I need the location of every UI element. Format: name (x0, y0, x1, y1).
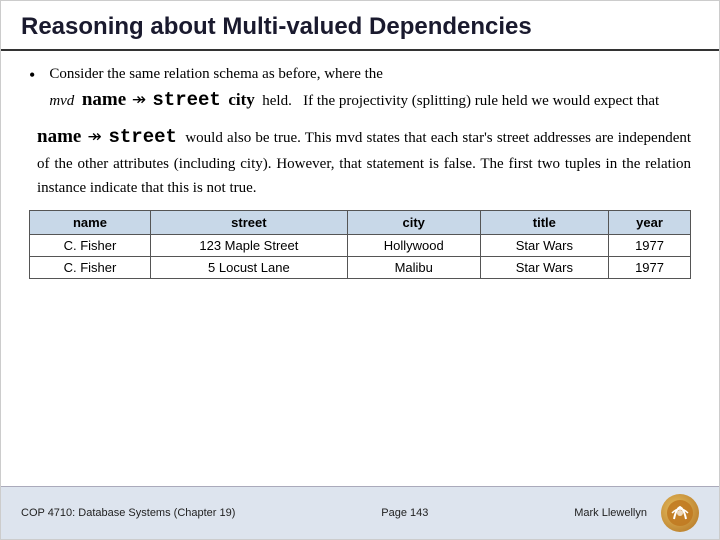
row1-city: Hollywood (347, 235, 480, 257)
bullet-text-1: Consider the same relation schema as bef… (49, 63, 659, 114)
row1-street: 123 Maple Street (150, 235, 347, 257)
table-body: C. Fisher 123 Maple Street Hollywood Sta… (30, 235, 691, 279)
row2-city: Malibu (347, 257, 480, 279)
slide-footer: COP 4710: Database Systems (Chapter 19) … (1, 486, 719, 539)
name-attr: name (82, 89, 126, 110)
footer-right-area: Mark Llewellyn (574, 494, 699, 532)
street-attr-2: street (109, 126, 177, 148)
footer-page: Page 143 (381, 507, 428, 519)
twohead-arrow-2: ↠ (88, 127, 107, 146)
street-attr: street (152, 89, 220, 111)
slide: Reasoning about Multi-valued Dependencie… (0, 0, 720, 540)
table-header-row: name street city title year (30, 211, 691, 235)
table-row: C. Fisher 123 Maple Street Hollywood Sta… (30, 235, 691, 257)
col-city: city (347, 211, 480, 235)
mvd-keyword: mvd (49, 93, 74, 109)
footer-course: COP 4710: Database Systems (Chapter 19) (21, 507, 235, 519)
slide-body: • Consider the same relation schema as b… (1, 51, 719, 486)
row1-year: 1977 (609, 235, 691, 257)
col-title: title (480, 211, 608, 235)
table-header: name street city title year (30, 211, 691, 235)
city-attr: city (228, 90, 254, 109)
bullet-dot: • (29, 65, 35, 86)
relation-table: name street city title year C. Fisher 12… (29, 210, 691, 279)
held-text: held. If the projectivity (splitting) ru… (259, 93, 660, 109)
twohead-arrow-1: ↠ (132, 90, 151, 109)
row2-street: 5 Locust Lane (150, 257, 347, 279)
footer-logo (661, 494, 699, 532)
table-row: C. Fisher 5 Locust Lane Malibu Star Wars… (30, 257, 691, 279)
footer-author: Mark Llewellyn (574, 507, 647, 519)
row1-title: Star Wars (480, 235, 608, 257)
bullet-text-consider: Consider the same relation schema as bef… (49, 66, 383, 82)
slide-header: Reasoning about Multi-valued Dependencie… (1, 1, 719, 51)
col-name: name (30, 211, 151, 235)
footer-area: COP 4710: Database Systems (Chapter 19) (21, 507, 235, 519)
col-year: year (609, 211, 691, 235)
bullet-item-1: • Consider the same relation schema as b… (29, 63, 691, 114)
mvd-block: name ↠ street would also be true. This m… (37, 122, 691, 200)
logo-icon (666, 499, 694, 527)
name-attr-2: name (37, 126, 81, 147)
row2-title: Star Wars (480, 257, 608, 279)
row2-name: C. Fisher (30, 257, 151, 279)
row1-name: C. Fisher (30, 235, 151, 257)
slide-title: Reasoning about Multi-valued Dependencie… (21, 13, 699, 41)
col-street: street (150, 211, 347, 235)
row2-year: 1977 (609, 257, 691, 279)
